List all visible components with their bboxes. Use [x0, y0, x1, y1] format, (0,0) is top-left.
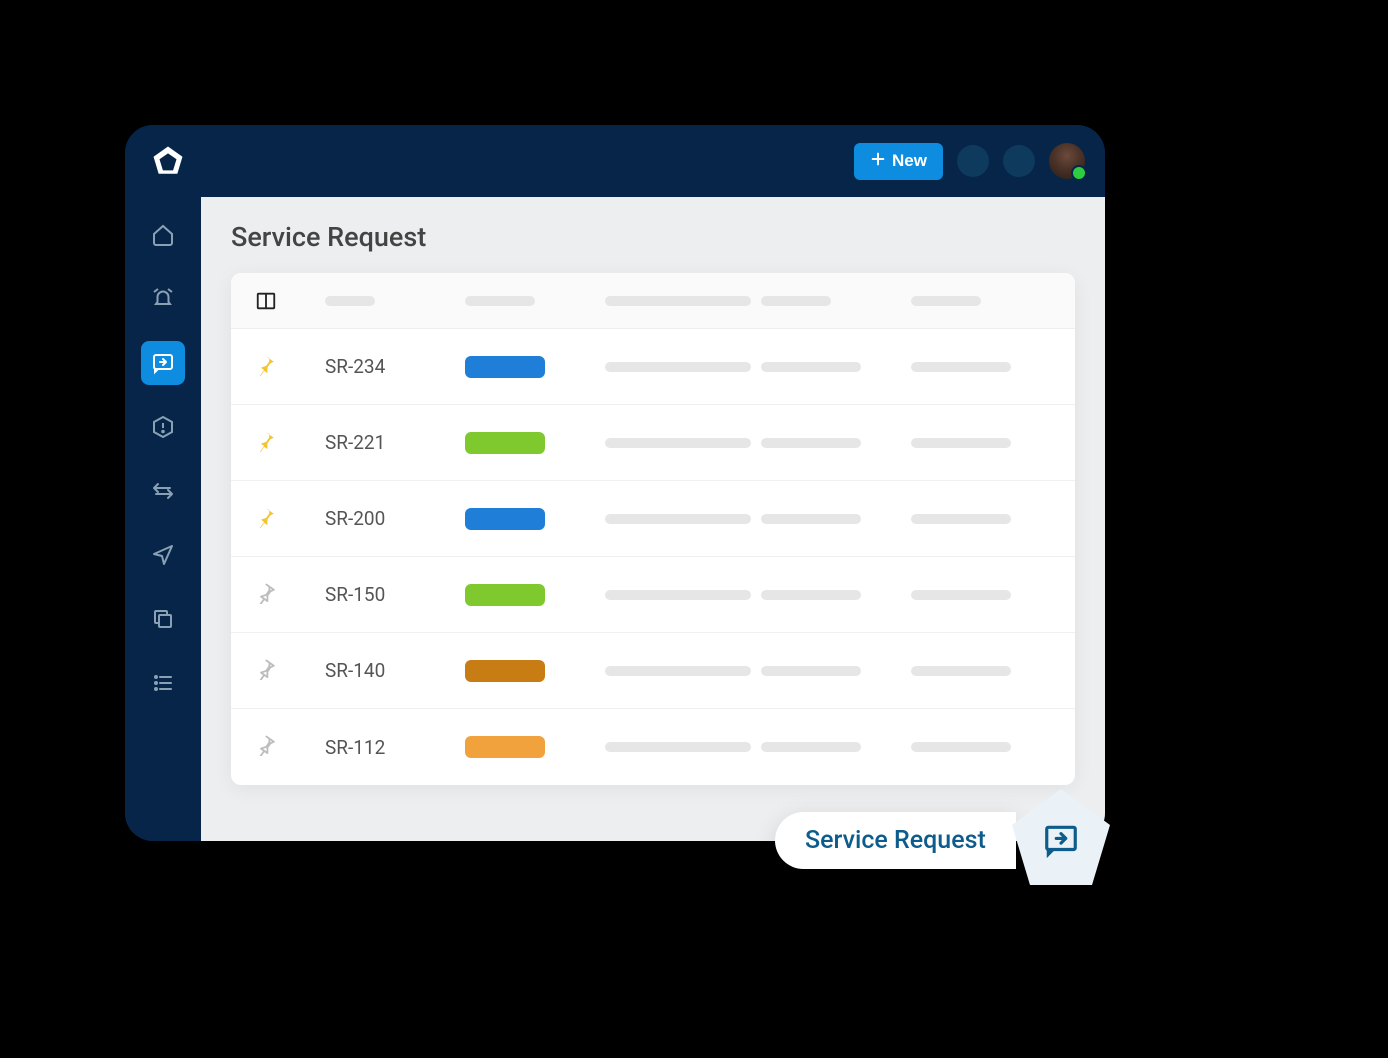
service-request-icon: [1042, 821, 1080, 859]
cell-placeholder: [605, 438, 751, 448]
cell-placeholder: [761, 362, 861, 372]
navigation-icon: [151, 543, 175, 567]
sidebar-item-navigation[interactable]: [141, 533, 185, 577]
table-row[interactable]: SR-112: [231, 709, 1075, 785]
sidebar-item-home[interactable]: [141, 213, 185, 257]
cell-placeholder: [911, 438, 1011, 448]
cell-placeholder: [911, 590, 1011, 600]
tooltip-label: Service Request: [775, 812, 1016, 869]
column-header-placeholder: [911, 296, 981, 306]
sidebar-item-incidents[interactable]: [141, 405, 185, 449]
column-header-placeholder: [761, 296, 831, 306]
topbar-action-1[interactable]: [957, 145, 989, 177]
sidebar-item-changes[interactable]: [141, 469, 185, 513]
status-pill: [465, 508, 545, 530]
sidebar-item-copy[interactable]: [141, 597, 185, 641]
main-content: Service Request SR-234 SR-221 SR-200 SR-150…: [201, 197, 1105, 841]
service-request-id: SR-221: [325, 431, 455, 454]
avatar[interactable]: [1049, 143, 1085, 179]
service-request-tooltip: Service Request: [775, 785, 1116, 895]
cell-placeholder: [605, 362, 751, 372]
status-pill: [465, 736, 545, 758]
table-header: [231, 273, 1075, 329]
plus-icon: [870, 151, 886, 172]
page-title: Service Request: [231, 221, 1075, 253]
status-pill: [465, 356, 545, 378]
incident-icon: [151, 415, 175, 439]
cell-placeholder: [761, 438, 861, 448]
cell-placeholder: [761, 742, 861, 752]
service-request-id: SR-140: [325, 659, 455, 682]
app-body: Service Request SR-234 SR-221 SR-200 SR-150…: [125, 197, 1105, 841]
table-row[interactable]: SR-221: [231, 405, 1075, 481]
table-row[interactable]: SR-200: [231, 481, 1075, 557]
pin-icon[interactable]: [255, 582, 315, 608]
pin-icon[interactable]: [255, 506, 315, 532]
tooltip-pentagon: [1006, 785, 1116, 895]
cell-placeholder: [605, 590, 751, 600]
pin-icon[interactable]: [255, 734, 315, 760]
status-pill: [465, 660, 545, 682]
cell-placeholder: [911, 514, 1011, 524]
service-request-id: SR-200: [325, 507, 455, 530]
transfer-icon: [151, 479, 175, 503]
app-logo-icon: [151, 144, 185, 178]
new-button-label: New: [892, 151, 927, 171]
sidebar-item-alerts[interactable]: [141, 277, 185, 321]
table-row[interactable]: SR-234: [231, 329, 1075, 405]
service-request-id: SR-234: [325, 355, 455, 378]
cell-placeholder: [911, 666, 1011, 676]
service-request-table: SR-234 SR-221 SR-200 SR-150 SR-140 SR-112: [231, 273, 1075, 785]
cell-placeholder: [605, 742, 751, 752]
columns-icon[interactable]: [255, 290, 315, 312]
cell-placeholder: [605, 514, 751, 524]
column-header-placeholder: [605, 296, 751, 306]
pin-icon[interactable]: [255, 430, 315, 456]
home-icon: [151, 223, 175, 247]
pin-icon[interactable]: [255, 354, 315, 380]
alert-icon: [151, 287, 175, 311]
topbar-action-2[interactable]: [1003, 145, 1035, 177]
column-header-placeholder: [465, 296, 535, 306]
new-button[interactable]: New: [854, 143, 943, 180]
sidebar: [125, 197, 201, 841]
cell-placeholder: [605, 666, 751, 676]
sidebar-item-service-request[interactable]: [141, 341, 185, 385]
copy-icon: [151, 607, 175, 631]
service-request-id: SR-112: [325, 736, 455, 759]
table-row[interactable]: SR-150: [231, 557, 1075, 633]
service-request-id: SR-150: [325, 583, 455, 606]
cell-placeholder: [761, 666, 861, 676]
sidebar-item-list[interactable]: [141, 661, 185, 705]
cell-placeholder: [761, 514, 861, 524]
cell-placeholder: [911, 742, 1011, 752]
status-pill: [465, 432, 545, 454]
status-pill: [465, 584, 545, 606]
cell-placeholder: [911, 362, 1011, 372]
list-icon: [151, 671, 175, 695]
app-window: New: [125, 125, 1105, 841]
service-request-icon: [151, 351, 175, 375]
table-row[interactable]: SR-140: [231, 633, 1075, 709]
cell-placeholder: [761, 590, 861, 600]
pin-icon[interactable]: [255, 658, 315, 684]
topbar: New: [125, 125, 1105, 197]
column-header-placeholder: [325, 296, 375, 306]
